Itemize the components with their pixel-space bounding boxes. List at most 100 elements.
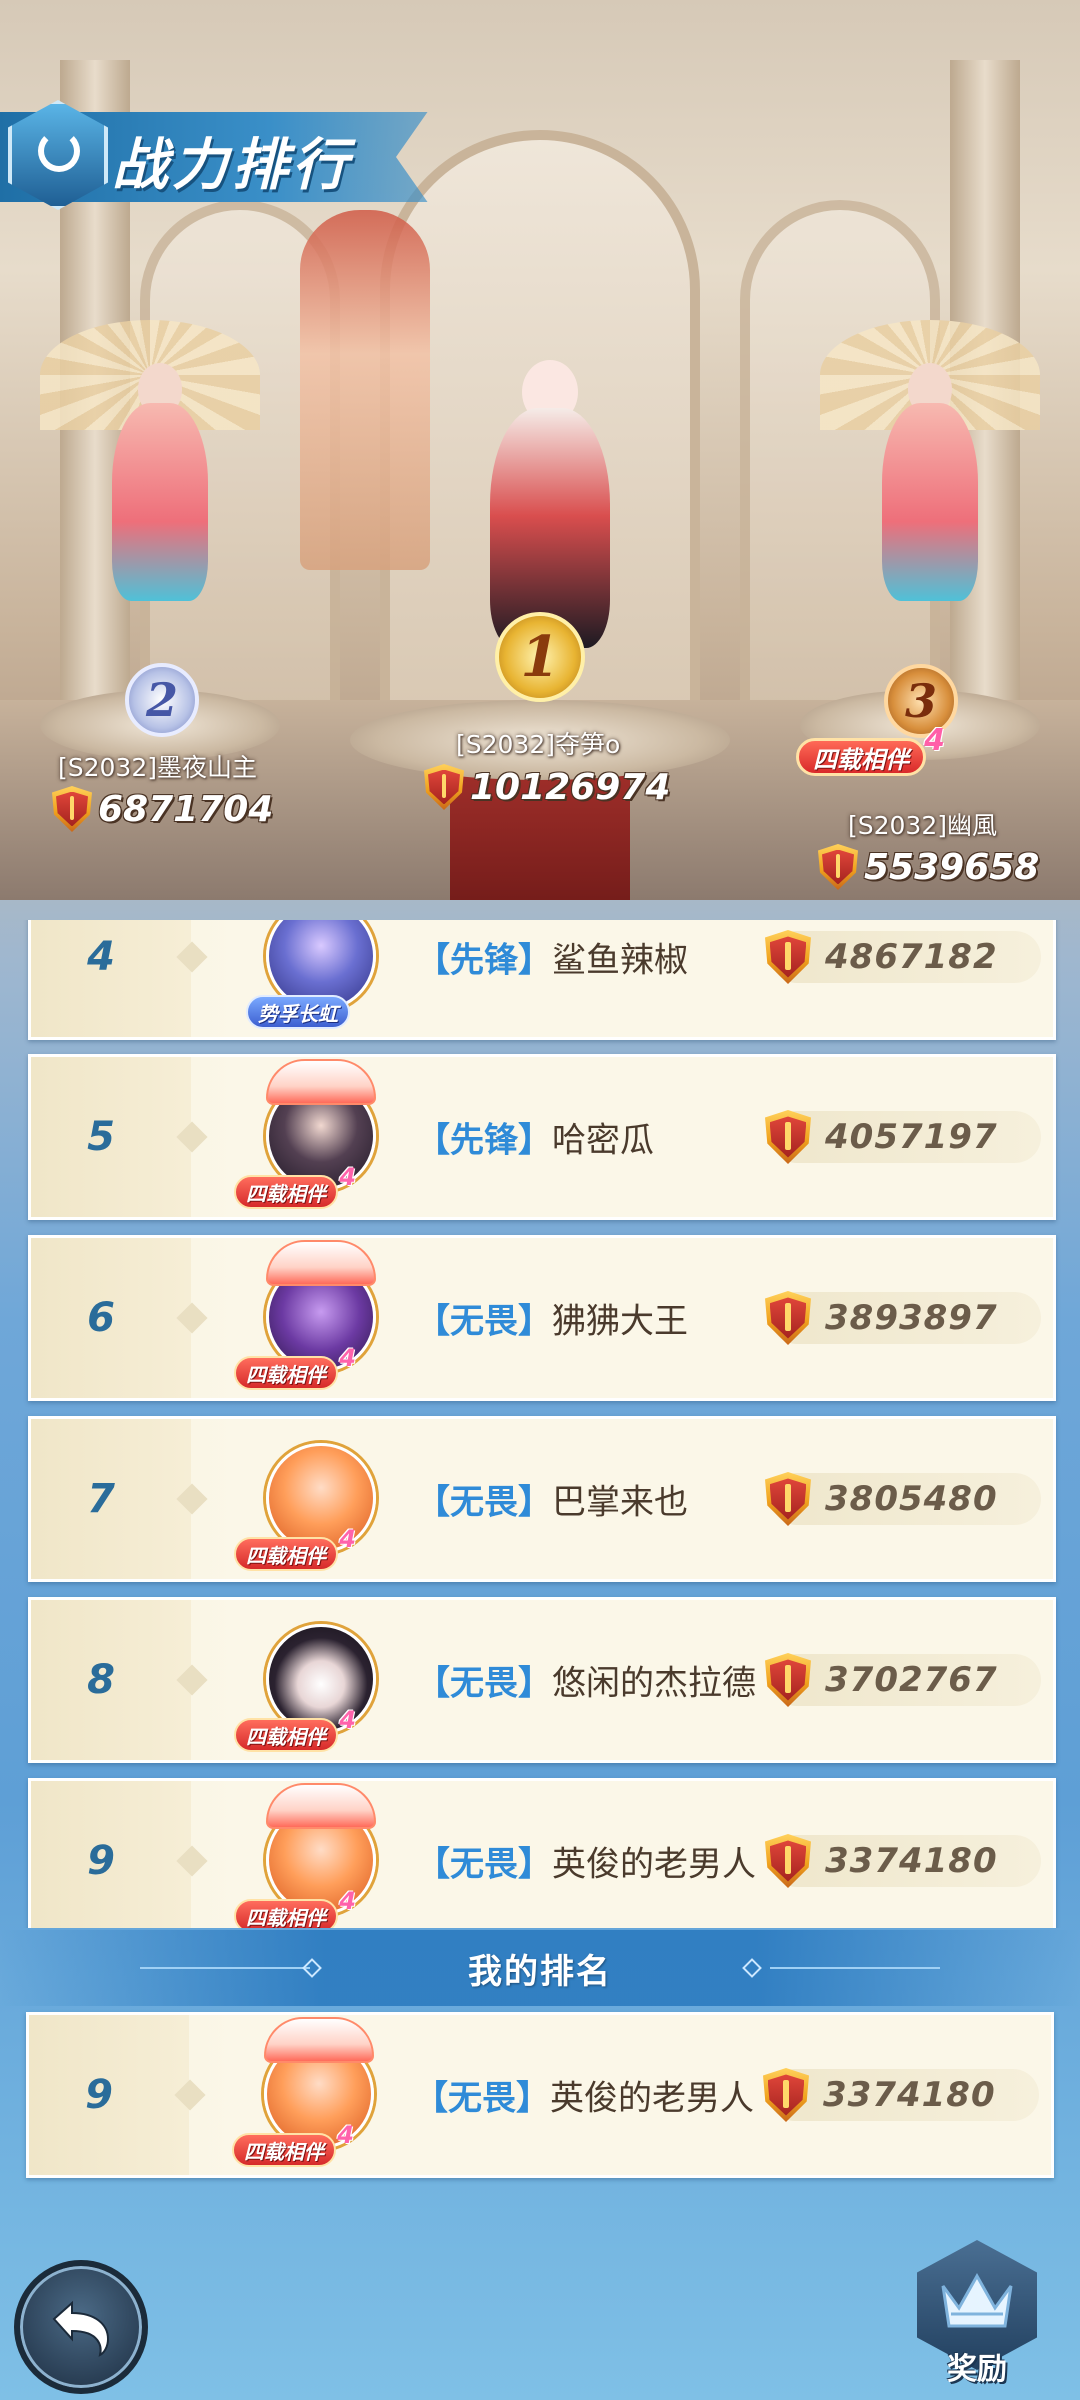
player-name[interactable]: 【先锋】鲨鱼辣椒 [416,933,688,982]
player-name-text: 英俊的老男人 [550,2078,754,2119]
top2-name[interactable]: [S2032]墨夜山主 [58,748,257,784]
divider-line [770,1967,940,1969]
player-name-text: 悠闲的杰拉德 [552,1663,756,1704]
player-name-text: 鲨鱼辣椒 [552,940,688,981]
rank-row[interactable]: 5 四载相伴 4 【先锋】哈密瓜 4057197 [28,1054,1056,1220]
row-rank-number: 7 [87,1476,115,1522]
row-rank-number: 6 [87,1295,115,1341]
rank-emblem-ring [38,130,80,172]
top2-power-value: 6871704 [98,788,274,830]
rank-row[interactable]: 4 势孚长虹 【先锋】鲨鱼辣椒 4867182 [28,920,1056,1040]
avatar-tag-number: 4 [339,1163,356,1191]
reward-button[interactable]: 奖励 [912,2240,1042,2390]
rank-list[interactable]: 4 势孚长虹 【先锋】鲨鱼辣椒 4867182 5 四载相伴 4 【先锋】哈密瓜 … [0,920,1080,1928]
power-shield-icon [765,1291,811,1345]
avatar-tag-label: 四载相伴 [246,1181,326,1206]
my-rank-divider: 我的排名 [0,1930,1080,2006]
power-shield-icon [765,1472,811,1526]
anniversary-badge-label: 四载相伴 [813,745,909,774]
power-shield-icon [424,764,464,810]
player-name[interactable]: 【无畏】悠闲的杰拉德 [416,1656,756,1705]
player-avatar[interactable]: 四载相伴 4 [226,1427,416,1577]
my-rank-title: 我的排名 [468,1951,612,1992]
player-avatar[interactable]: 四载相伴 4 [226,1240,416,1396]
player-avatar[interactable]: 四载相伴 4 [226,1783,416,1929]
guild-tag: 【先锋】 [416,940,552,981]
character-rank-3[interactable] [850,330,1010,660]
guild-tag: 【无畏】 [414,2078,550,2119]
player-name[interactable]: 【无畏】英俊的老男人 [416,1837,756,1886]
avatar-title-tag: 四载相伴 4 [234,1344,356,1390]
power-shield-icon [763,2068,809,2122]
divider-ornament [742,1958,762,1978]
lion-hat-ornament [264,2017,374,2063]
player-name[interactable]: 【无畏】巴掌来也 [416,1475,688,1524]
character-outfit [490,408,610,648]
character-rank-2[interactable] [80,330,240,660]
top1-name[interactable]: [S2032]夺笋o [456,725,620,761]
bell-staff-prop [300,210,430,570]
rank-row[interactable]: 8 四载相伴 4 【无畏】悠闲的杰拉德 3702767 [28,1597,1056,1763]
power-pill: 3702767 [765,1653,1041,1707]
power-shield-icon [765,1653,811,1707]
player-name-text: 英俊的老男人 [552,1844,756,1885]
player-name[interactable]: 【无畏】狒狒大王 [416,1294,688,1343]
power-shield-icon [765,1834,811,1888]
row-rank-number: 9 [87,1838,115,1884]
guild-tag: 【先锋】 [416,1120,552,1161]
top3-name[interactable]: [S2032]幽風 [848,806,997,842]
avatar-tag-label: 四载相伴 [246,1543,326,1568]
rank-3-badge: 3 [884,664,958,738]
power-shield-icon [765,1110,811,1164]
avatar-title-tag: 四载相伴 4 [232,2121,354,2167]
guild-tag: 【无畏】 [416,1844,552,1885]
rank-1-badge: 1 [495,612,585,702]
player-avatar[interactable]: 四载相伴 4 [226,1059,416,1215]
back-arrow-icon [52,2300,110,2357]
my-player-name[interactable]: 【无畏】英俊的老男人 [414,2071,754,2120]
lion-hat-ornament [266,1783,376,1829]
rank-row[interactable]: 9 四载相伴 4 【无畏】英俊的老男人 3374180 [28,1778,1056,1928]
row-rank-number: 8 [87,1657,115,1703]
avatar-tag-label: 四载相伴 [246,1905,326,1929]
crown-reward-icon [941,2272,1013,2328]
power-value: 4057197 [825,1117,998,1157]
avatar-tag-number: 4 [339,1525,356,1553]
divider-line [140,1967,310,1969]
anniversary-number: 4 [924,723,945,758]
power-pill: 4867182 [765,930,1041,984]
back-button[interactable] [14,2260,148,2394]
player-name[interactable]: 【先锋】哈密瓜 [416,1113,654,1162]
power-pill: 3893897 [765,1291,1041,1345]
top2-power: 6871704 [52,786,273,832]
guild-tag: 【无畏】 [416,1301,552,1342]
player-avatar[interactable]: 势孚长虹 [226,920,416,1035]
avatar-title-tag: 四载相伴 4 [234,1887,356,1929]
top3-power-value: 5539658 [864,846,1040,888]
power-pill: 3374180 [763,2068,1039,2122]
avatar-tag-label: 四载相伴 [246,1724,326,1749]
my-rank-number: 9 [85,2072,113,2118]
avatar-tag-number: 4 [339,1887,356,1915]
guild-tag: 【无畏】 [416,1663,552,1704]
player-avatar[interactable]: 四载相伴 4 [226,1608,416,1758]
avatar-title-tag: 势孚长虹 [246,995,350,1029]
avatar-title-tag: 四载相伴 4 [234,1706,356,1752]
rank-row[interactable]: 6 四载相伴 4 【无畏】狒狒大王 3893897 [28,1235,1056,1401]
power-value: 3374180 [825,1841,998,1881]
reward-label: 奖励 [947,2352,1007,2387]
my-avatar[interactable]: 四载相伴 4 [224,2017,414,2173]
power-value: 3893897 [825,1298,998,1338]
power-value: 3805480 [825,1479,998,1519]
avatar-title-tag: 四载相伴 4 [234,1163,356,1209]
top1-power: 10126974 [424,764,670,810]
player-name-text: 巴掌来也 [552,1482,688,1523]
power-shield-icon [765,930,811,984]
my-rank-row[interactable]: 9 四载相伴 4 【无畏】英俊的老男人 3374180 [26,2012,1054,2178]
anniversary-badge: 四载相伴 4 [796,723,945,776]
avatar-title-tag: 四载相伴 4 [234,1525,356,1571]
rank-row[interactable]: 7 四载相伴 4 【无畏】巴掌来也 3805480 [28,1416,1056,1582]
top1-power-value: 10126974 [470,766,671,808]
lion-hat-ornament [266,1059,376,1105]
power-pill: 3374180 [765,1834,1041,1888]
